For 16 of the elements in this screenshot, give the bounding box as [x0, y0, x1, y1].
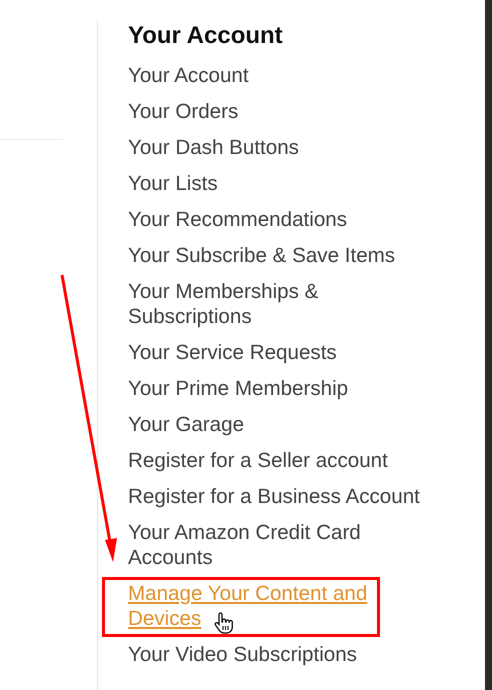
- menu-item[interactable]: Your Recommendations: [128, 207, 348, 232]
- menu-item[interactable]: Your Service Requests: [128, 340, 337, 365]
- menu-item[interactable]: Your Orders: [128, 99, 238, 124]
- menu-item[interactable]: Your Video Subscriptions: [128, 642, 357, 667]
- menu-item[interactable]: Your Memberships & Subscriptions: [128, 279, 432, 329]
- menu-item[interactable]: Register for a Business Account: [128, 484, 420, 509]
- menu-item[interactable]: Your Account: [128, 63, 249, 88]
- menu-item[interactable]: Register for a Seller account: [128, 448, 388, 473]
- menu-item[interactable]: Your Prime Membership: [128, 376, 348, 401]
- hand-cursor-icon: [212, 611, 236, 635]
- menu-item[interactable]: Your Amazon Credit Card Accounts: [128, 520, 432, 570]
- menu-item[interactable]: Your Subscribe & Save Items: [128, 243, 396, 268]
- menu-item[interactable]: Your Lists: [128, 171, 218, 196]
- menu-item[interactable]: Your Garage: [128, 412, 244, 437]
- menu-title: Your Account: [128, 23, 284, 49]
- menu-item[interactable]: Your Dash Buttons: [128, 135, 299, 160]
